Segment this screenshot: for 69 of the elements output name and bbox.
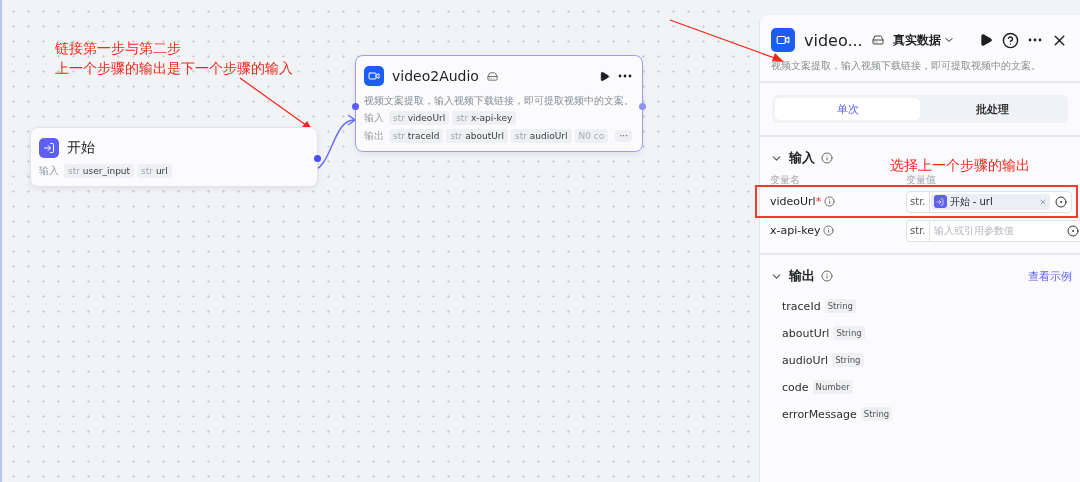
field-name: errorMessage <box>782 407 857 421</box>
variable-tag: str aboutUrl <box>446 129 508 143</box>
field-name: code <box>782 380 809 394</box>
field-name: traceId <box>782 299 821 313</box>
variable-tag: str url <box>137 164 172 178</box>
section-title: 输入 <box>789 149 815 167</box>
target-icon[interactable] <box>1055 195 1067 208</box>
variable-tag: str audioUrl <box>510 129 572 143</box>
variable-tag: N0 co <box>574 129 609 143</box>
data-source-dropdown[interactable]: 真实数据 <box>892 31 955 49</box>
play-icon <box>979 33 993 47</box>
panel-description: 视频文案提取，输入视频下载链接，即可提取视频中的文案。 <box>760 55 1080 83</box>
value-input[interactable]: 输入或引用参数值 <box>929 225 1063 236</box>
help-icon <box>1002 31 1019 49</box>
row-label: 输出 <box>364 129 384 143</box>
more-button[interactable]: ··· <box>615 130 632 142</box>
type-tag: Number <box>812 380 853 394</box>
run-button[interactable] <box>979 33 993 47</box>
info-icon <box>824 196 836 207</box>
mode-tab[interactable]: 批处理 <box>920 98 1065 120</box>
value-field[interactable]: str. 输入或引用参数值 <box>906 219 1080 242</box>
ellipsis-icon <box>618 74 632 78</box>
info-icon <box>823 225 835 236</box>
output-port[interactable] <box>639 103 646 110</box>
run-button[interactable] <box>599 70 610 82</box>
param-name: videoUrl* <box>770 195 822 208</box>
annotation-text: 链接第一步与第二步 上一个步骤的输出是下一个步骤的输入 <box>55 39 293 78</box>
enter-icon <box>39 138 59 158</box>
node-title: 开始 <box>67 139 95 157</box>
section-title: 输出 <box>789 267 815 285</box>
row-label: 输入 <box>364 111 384 125</box>
video-icon <box>771 28 795 52</box>
annotation-text: 选择上一个步骤的输出 <box>890 157 1030 174</box>
info-icon <box>821 270 833 282</box>
drive-icon <box>871 34 884 46</box>
param-name: x-api-key <box>770 224 821 237</box>
column-header: 变量名 <box>770 173 801 187</box>
ellipsis-icon <box>1028 38 1042 42</box>
workflow-node[interactable]: video2Audio 视频文案提取，输入视频下载链接，即可提取视频中的文案。 输入 str videoUrl str x-api-key 输出 str traceId str aboutUrl str audioUrl N0 co ··· <box>355 55 643 152</box>
field-name: audioUrl <box>782 353 829 367</box>
more-button[interactable] <box>618 74 632 78</box>
type-tag: String <box>833 326 865 340</box>
panel-title: video... <box>804 30 863 50</box>
value-field[interactable]: str. 开始 - url <box>906 190 1072 213</box>
type-tag: String <box>832 353 864 367</box>
column-header: 变量值 <box>906 173 937 187</box>
video-icon <box>364 66 384 86</box>
help-button[interactable] <box>1002 31 1019 49</box>
drive-icon <box>486 70 498 82</box>
type-tag: String <box>824 299 856 313</box>
output-port[interactable] <box>314 155 321 162</box>
variable-tag: str videoUrl <box>389 111 450 125</box>
node-title: video2Audio <box>392 68 479 84</box>
type-tag: String <box>860 407 893 421</box>
enter-icon <box>933 195 947 208</box>
more-button[interactable] <box>1028 38 1042 42</box>
target-icon[interactable] <box>1066 224 1079 237</box>
field-name: aboutUrl <box>782 326 830 340</box>
play-icon <box>599 70 610 82</box>
variable-tag: str traceId <box>389 129 444 143</box>
input-port[interactable] <box>352 103 359 110</box>
example-link[interactable]: 查看示例 <box>1028 268 1072 284</box>
variable-tag: str x-api-key <box>452 111 517 125</box>
mode-tab[interactable]: 单次 <box>775 98 920 120</box>
workflow-node[interactable]: 开始 输入 str user_input str url <box>30 127 318 187</box>
node-description: 视频文案提取，输入视频下载链接，即可提取视频中的文案。 <box>364 94 634 107</box>
row-label: 输入 <box>39 164 59 178</box>
variable-tag: str user_input <box>64 164 135 178</box>
info-icon <box>821 152 833 164</box>
